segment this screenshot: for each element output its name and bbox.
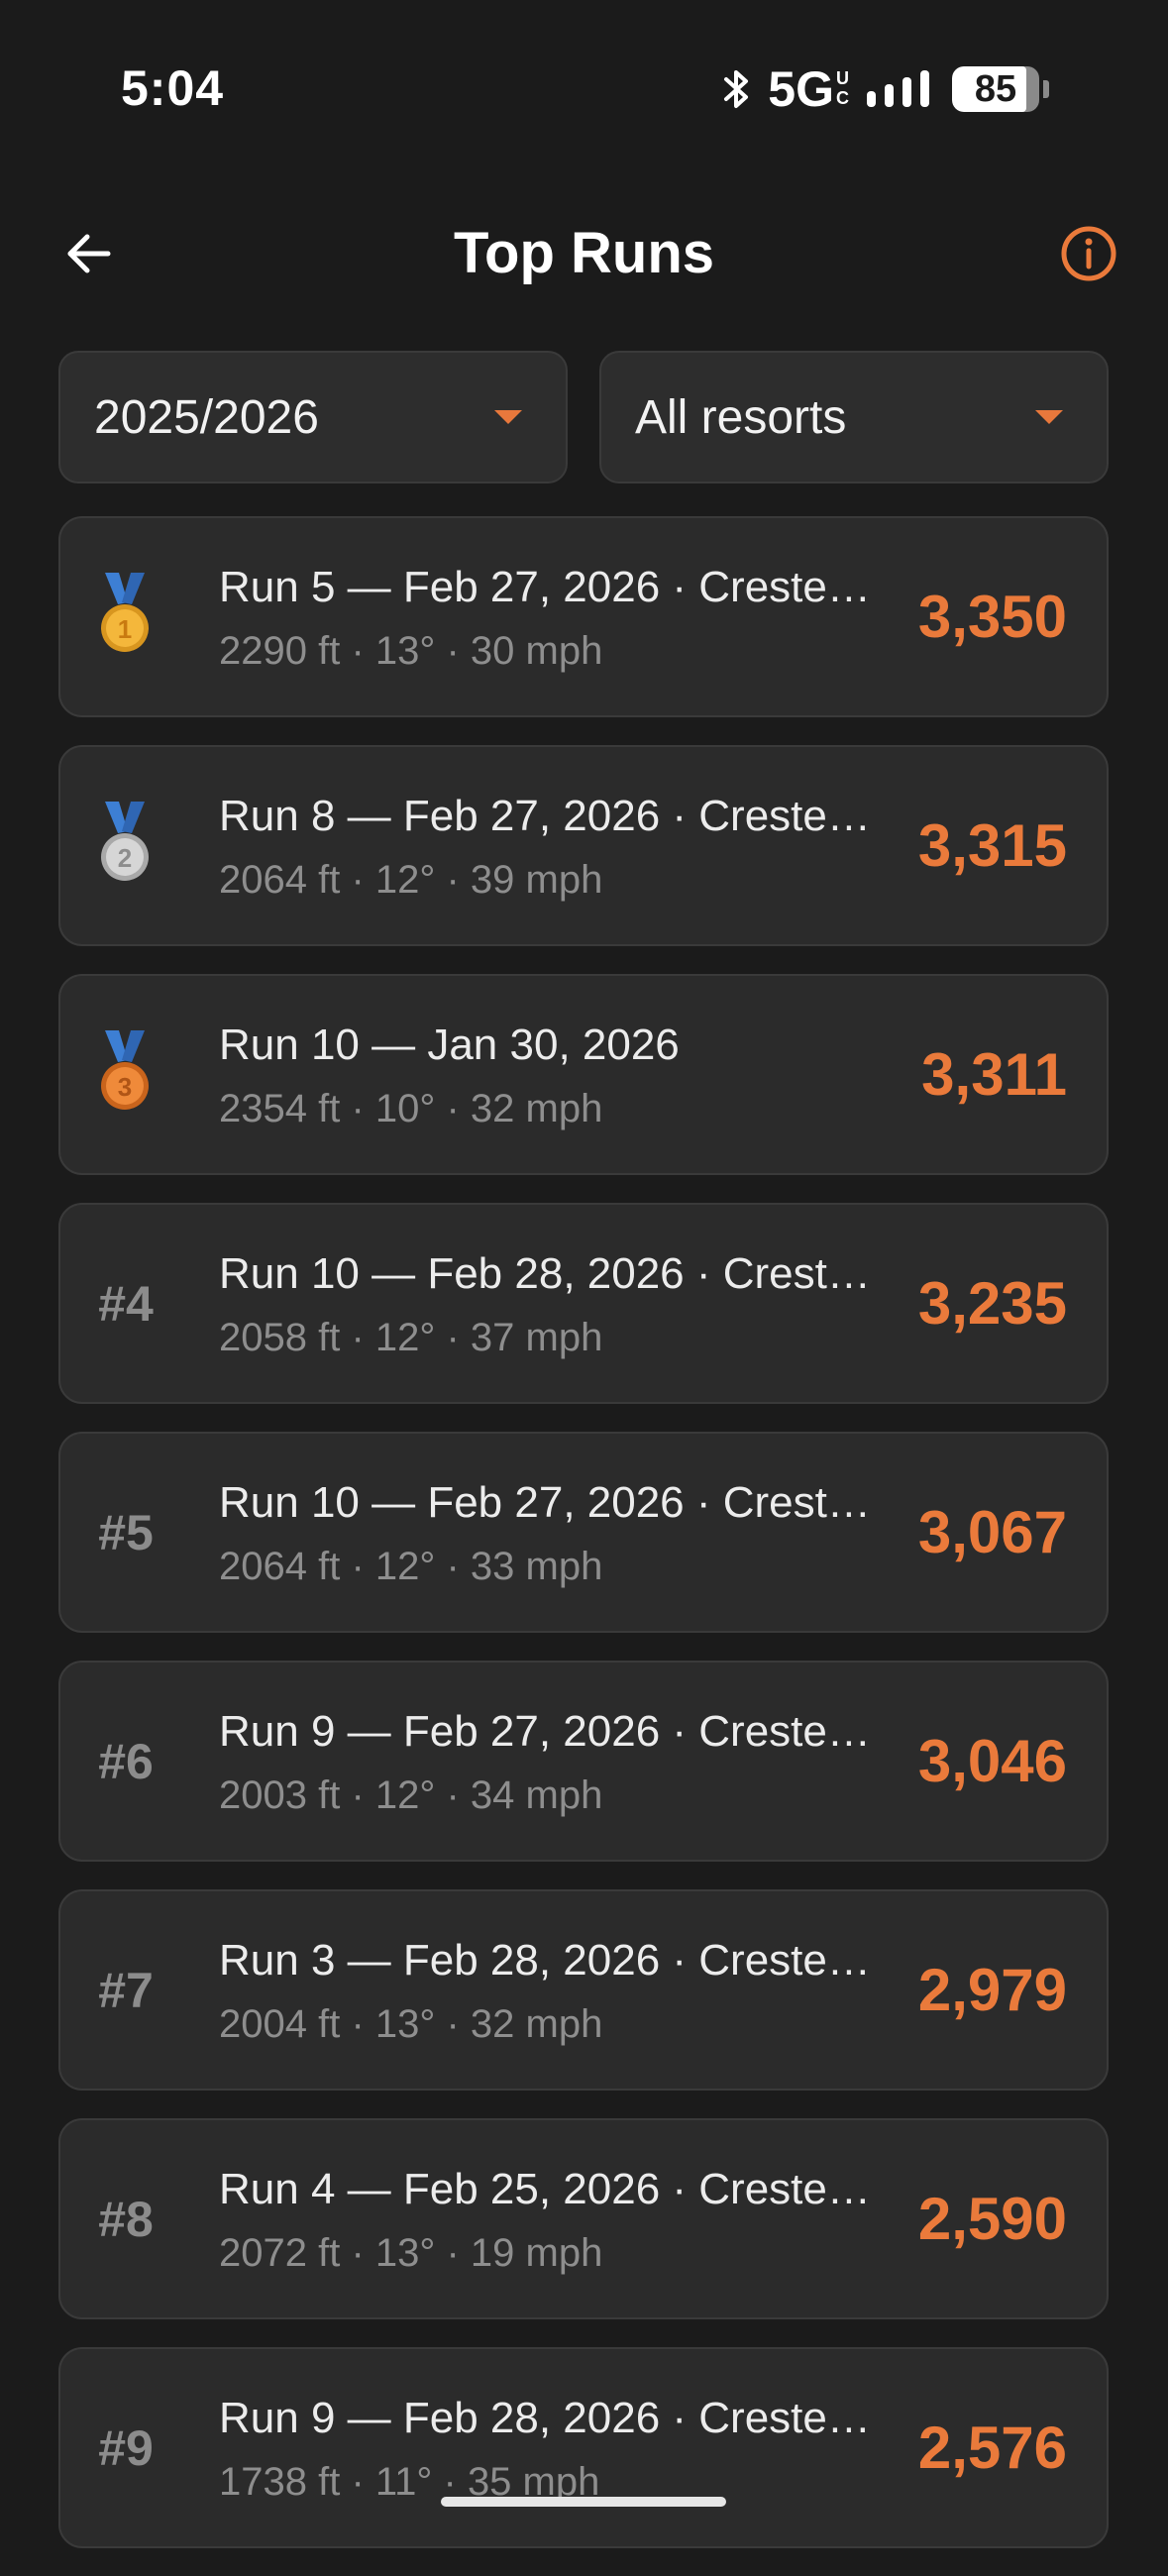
run-title: Run 4 — Feb 25, 2026 · Creste…	[219, 2164, 871, 2213]
run-score: 3,311	[921, 1041, 1067, 1108]
run-title: Run 10 — Feb 28, 2026 · Crest…	[219, 1248, 871, 1298]
caret-down-icon	[494, 410, 522, 424]
network-suffix: U C	[836, 68, 849, 108]
battery-level: 85	[974, 67, 1017, 110]
season-dropdown-value: 2025/2026	[94, 390, 319, 444]
run-title: Run 3 — Feb 28, 2026 · Creste…	[219, 1935, 871, 1985]
run-info: Run 10 — Feb 27, 2026 · Crest… 2064 ft · …	[219, 1475, 918, 1590]
gold-medal-icon: 1	[97, 573, 153, 661]
header: Top Runs	[0, 198, 1168, 312]
run-info: Run 8 — Feb 27, 2026 · Creste… 2064 ft · …	[219, 789, 918, 904]
run-stats: 2064 ft · 12° · 39 mph	[219, 857, 603, 902]
season-dropdown[interactable]: 2025/2026	[58, 351, 568, 483]
run-card[interactable]: #9 Run 9 — Feb 28, 2026 · Creste… 1738 ft …	[58, 2347, 1109, 2548]
network-suffix-bottom: C	[836, 88, 849, 108]
rank-label: #5	[98, 1504, 154, 1560]
medal-number: 2	[118, 843, 132, 873]
runs-list: 1 Run 5 — Feb 27, 2026 · Creste… 2290 ft ·…	[58, 516, 1109, 2576]
run-card[interactable]: #7 Run 3 — Feb 28, 2026 · Creste… 2004 ft …	[58, 1889, 1109, 2091]
rank-column: #5	[60, 1504, 219, 1561]
rank-column: 3	[60, 1030, 219, 1119]
rank-column: 1	[60, 573, 219, 661]
run-card[interactable]: #5 Run 10 — Feb 27, 2026 · Crest… 2064 ft …	[58, 1432, 1109, 1633]
resort-dropdown-value: All resorts	[635, 390, 847, 444]
run-title: Run 9 — Feb 27, 2026 · Creste…	[219, 1706, 871, 1756]
run-title: Run 10 — Feb 27, 2026 · Crest…	[219, 1477, 871, 1527]
silver-medal-icon: 2	[97, 802, 153, 890]
run-score: 2,590	[917, 2186, 1067, 2252]
run-score: 2,576	[917, 2415, 1067, 2481]
bronze-medal-icon: 3	[97, 1030, 153, 1119]
info-circle-icon	[1060, 225, 1117, 287]
run-info: Run 5 — Feb 27, 2026 · Creste… 2290 ft · …	[219, 560, 918, 675]
run-title: Run 9 — Feb 28, 2026 · Creste…	[219, 2393, 871, 2442]
rank-label: #8	[98, 2191, 154, 2247]
rank-column: #9	[60, 2419, 219, 2477]
resort-dropdown[interactable]: All resorts	[599, 351, 1109, 483]
run-card[interactable]: 1 Run 5 — Feb 27, 2026 · Creste… 2290 ft ·…	[58, 516, 1109, 717]
network-label: 5G	[768, 61, 834, 117]
rank-label: #6	[98, 1733, 154, 1789]
status-time: 5:04	[121, 60, 225, 116]
battery-icon: 85	[952, 66, 1039, 112]
bluetooth-icon	[722, 67, 752, 111]
run-card[interactable]: 2 Run 8 — Feb 27, 2026 · Creste… 2064 ft ·…	[58, 745, 1109, 946]
run-card[interactable]: 3 Run 10 — Jan 30, 2026 2354 ft · 10° · 32…	[58, 974, 1109, 1175]
medal-number: 1	[118, 614, 132, 644]
run-stats: 2064 ft · 12° · 33 mph	[219, 1544, 603, 1588]
signal-icon	[865, 69, 936, 109]
run-info: Run 9 — Feb 27, 2026 · Creste… 2003 ft · …	[219, 1704, 918, 1819]
page-title: Top Runs	[453, 221, 715, 285]
rank-label: #4	[98, 1275, 154, 1332]
rank-column: #8	[60, 2191, 219, 2248]
run-title: Run 10 — Jan 30, 2026	[219, 1020, 680, 1069]
run-info: Run 3 — Feb 28, 2026 · Creste… 2004 ft · …	[219, 1933, 918, 2048]
run-title: Run 5 — Feb 27, 2026 · Creste…	[219, 562, 871, 611]
run-stats: 2354 ft · 10° · 32 mph	[219, 1086, 603, 1130]
run-info: Run 9 — Feb 28, 2026 · Creste… 1738 ft · …	[219, 2391, 918, 2506]
run-score: 3,067	[917, 1499, 1067, 1565]
medal-number: 3	[118, 1072, 132, 1102]
network-suffix-top: U	[836, 68, 849, 88]
run-stats: 2290 ft · 13° · 30 mph	[219, 628, 603, 673]
rank-column: 2	[60, 802, 219, 890]
caret-down-icon	[1035, 410, 1063, 424]
filters: 2025/2026 All resorts	[58, 351, 1109, 483]
run-card[interactable]: #6 Run 9 — Feb 27, 2026 · Creste… 2003 ft …	[58, 1661, 1109, 1862]
run-info: Run 10 — Jan 30, 2026 2354 ft · 10° · 32 …	[219, 1018, 921, 1132]
run-score: 3,350	[917, 584, 1067, 650]
run-card[interactable]: #4 Run 10 — Feb 28, 2026 · Crest… 2058 ft …	[58, 1203, 1109, 1404]
rank-column: #4	[60, 1275, 219, 1333]
run-info: Run 4 — Feb 25, 2026 · Creste… 2072 ft · …	[219, 2162, 918, 2277]
home-indicator[interactable]	[441, 2497, 726, 2507]
battery-cap	[1043, 80, 1049, 98]
run-title: Run 8 — Feb 27, 2026 · Creste…	[219, 791, 871, 840]
run-score: 3,046	[917, 1728, 1067, 1794]
rank-column: #7	[60, 1962, 219, 2019]
run-stats: 2072 ft · 13° · 19 mph	[219, 2230, 603, 2275]
run-card[interactable]: #8 Run 4 — Feb 25, 2026 · Creste… 2072 ft …	[58, 2118, 1109, 2319]
run-score: 3,315	[917, 812, 1067, 879]
info-button[interactable]	[1049, 220, 1128, 291]
rank-label: #9	[98, 2419, 154, 2476]
run-info: Run 10 — Feb 28, 2026 · Crest… 2058 ft · …	[219, 1246, 918, 1361]
run-stats: 2004 ft · 13° · 32 mph	[219, 2001, 603, 2046]
rank-label: #7	[98, 1962, 154, 2018]
rank-column: #6	[60, 1733, 219, 1790]
status-bar: 5:04 5G U C 85	[0, 0, 1168, 178]
run-score: 3,235	[917, 1270, 1067, 1337]
run-score: 2,979	[917, 1957, 1067, 2023]
network-type: 5G U C	[768, 60, 849, 118]
status-icons: 5G U C 85	[722, 61, 1049, 117]
run-stats: 2003 ft · 12° · 34 mph	[219, 1772, 603, 1817]
run-stats: 2058 ft · 12° · 37 mph	[219, 1315, 603, 1359]
